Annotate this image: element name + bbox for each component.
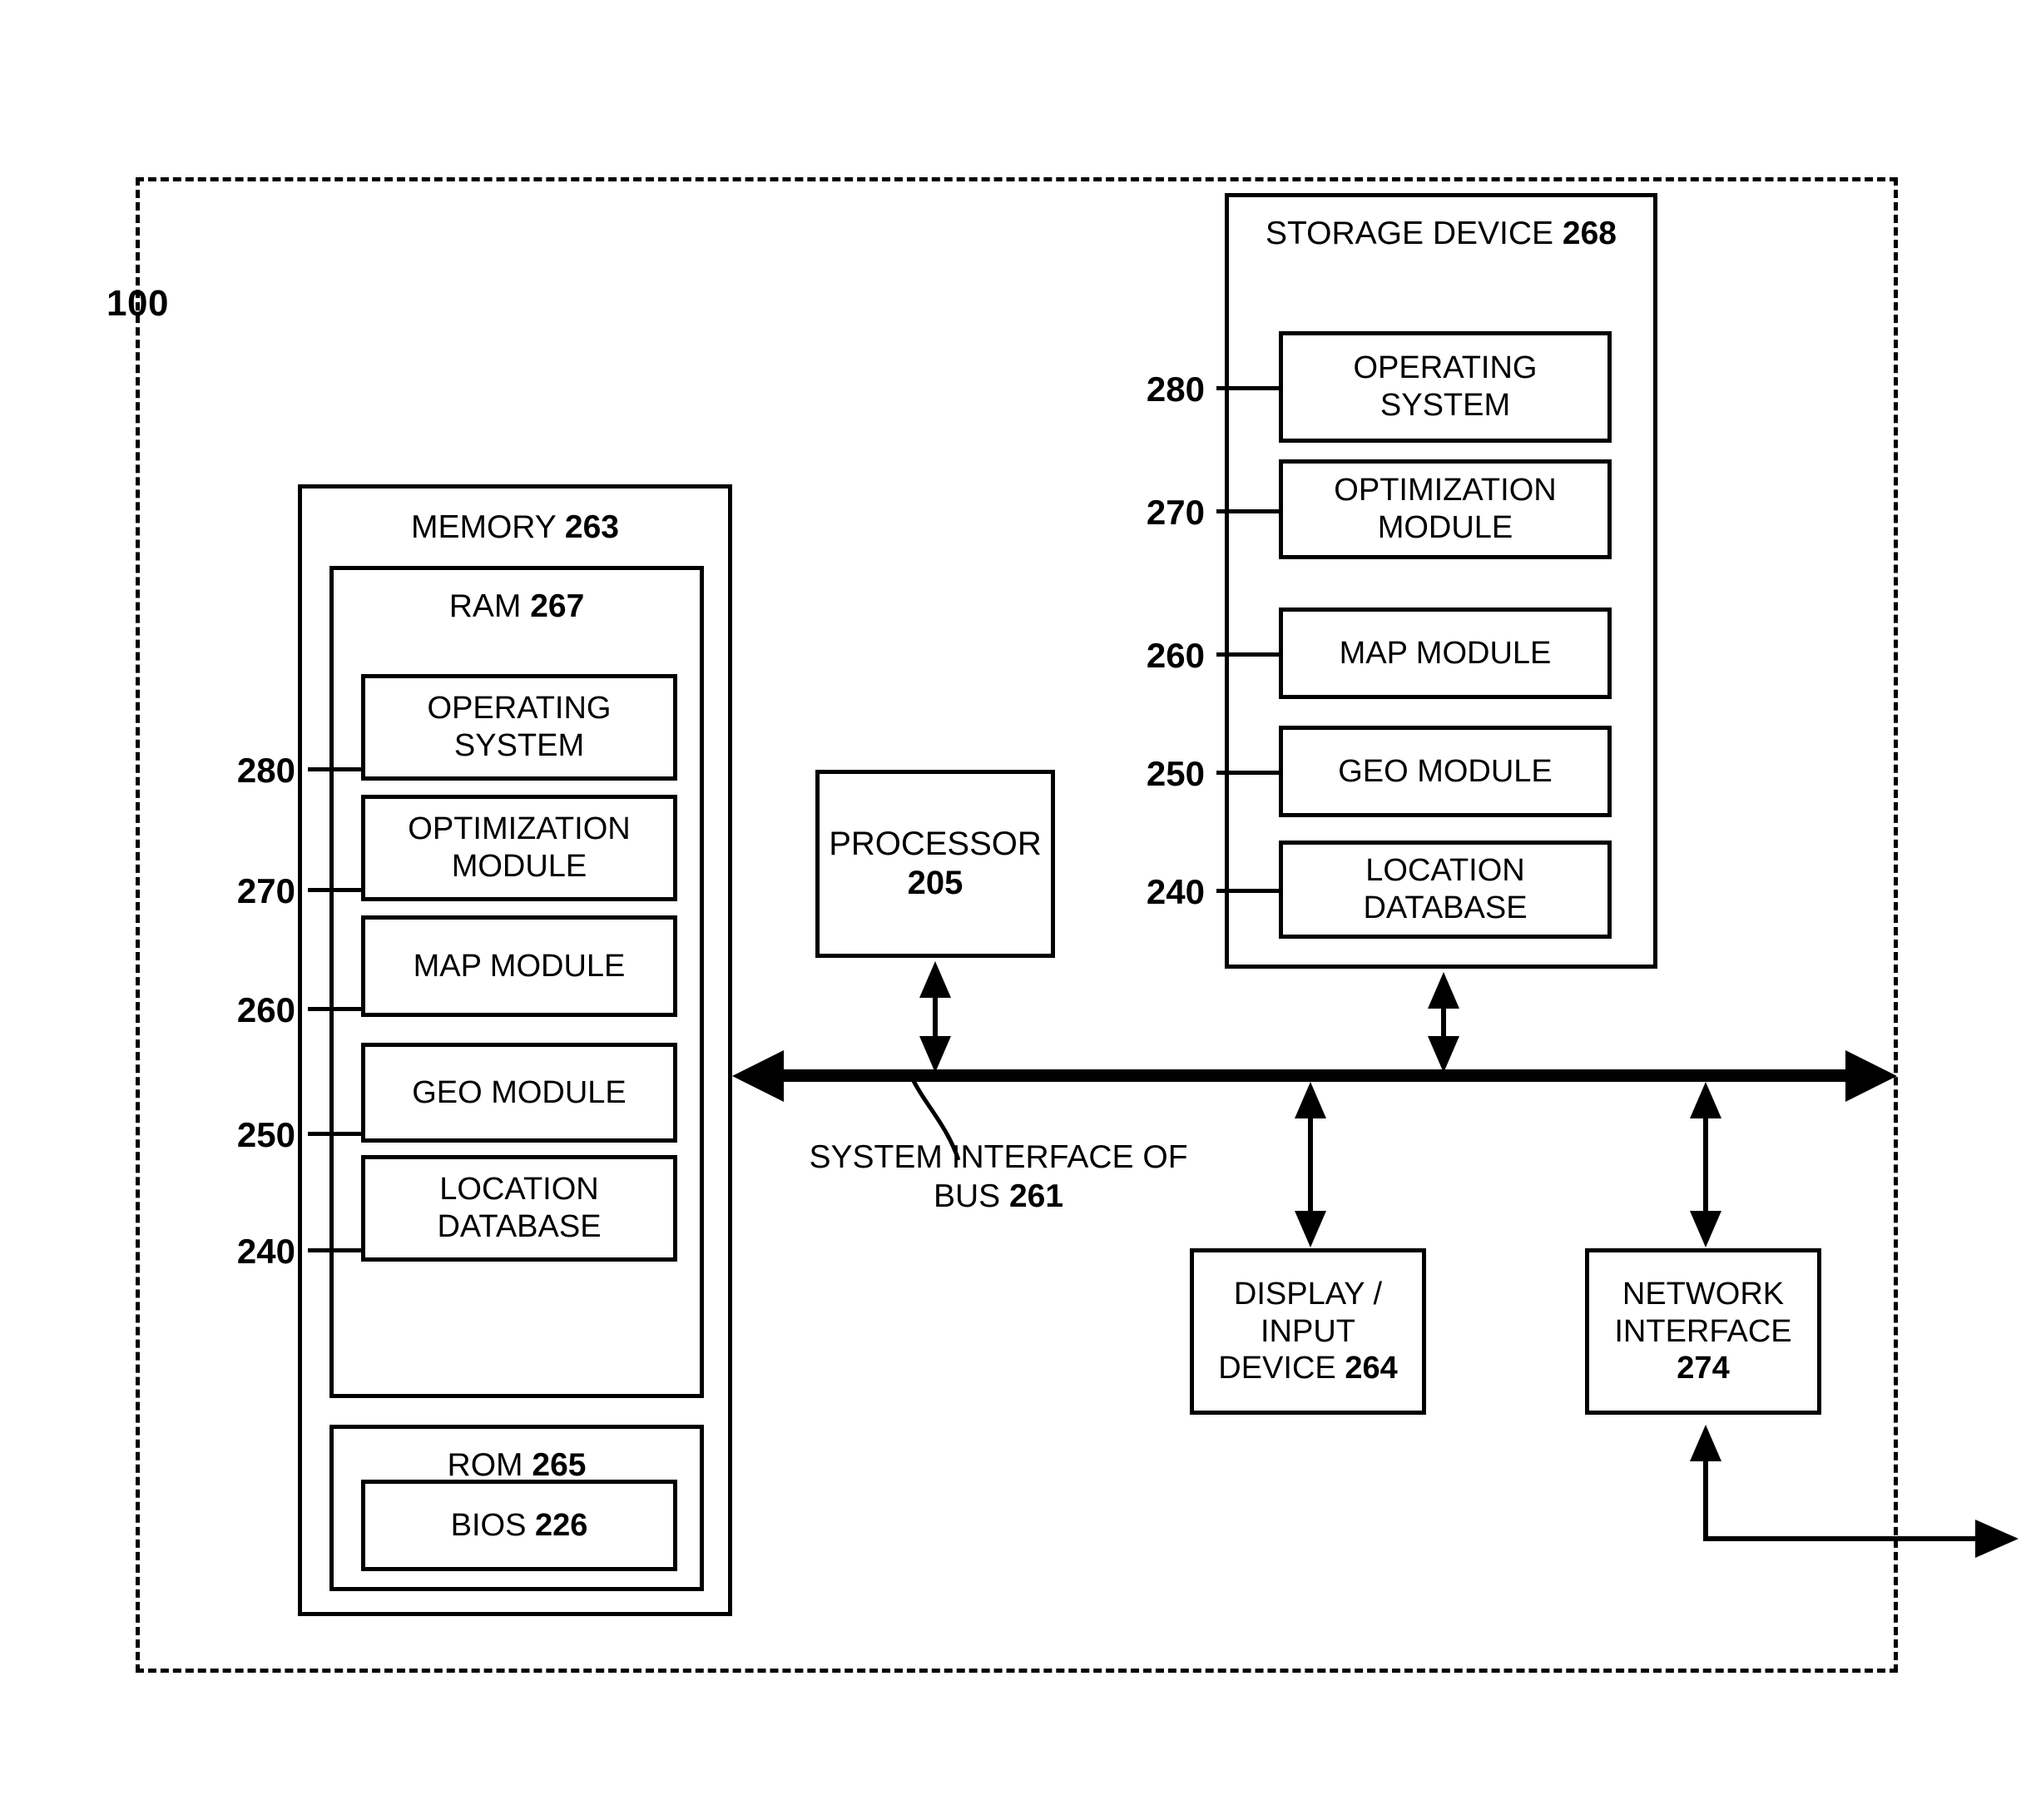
leader-240-memory xyxy=(308,1248,363,1252)
memory-title: MEMORY 263 xyxy=(410,509,619,545)
ram-item-location-database: LOCATION DATABASE xyxy=(361,1155,677,1262)
ref-260-memory: 260 xyxy=(236,990,295,1029)
ram-item-geo-module-label: GEO MODULE xyxy=(412,1074,627,1110)
display-input-device-label: DISPLAY / INPUT DEVICE 264 xyxy=(1218,1276,1398,1386)
ref-250-storage: 250 xyxy=(1146,754,1205,793)
patent-figure-canvas: 100 MEMORY 263 RAM 267 OPERATING SYSTEM O… xyxy=(0,0,2021,1820)
display-bus-arrowhead-up xyxy=(1295,1082,1326,1118)
leader-240-storage xyxy=(1216,889,1283,893)
external-network-arrowhead-up xyxy=(1690,1425,1721,1461)
network-interface-label: NETWORK INTERFACE 274 xyxy=(1614,1276,1792,1386)
storage-item-optimization-module: OPTIMIZATION MODULE xyxy=(1279,459,1612,559)
network-interface-block: NETWORK INTERFACE 274 xyxy=(1585,1248,1821,1415)
bus-label: SYSTEM INTERFACE OF BUS 261 xyxy=(809,1139,1188,1214)
ram-item-map-module: MAP MODULE xyxy=(361,915,677,1017)
ref-240-memory: 240 xyxy=(236,1232,295,1271)
rom-title: ROM 265 xyxy=(447,1447,587,1483)
leader-260-memory xyxy=(308,1007,363,1011)
external-network-vertical xyxy=(1703,1458,1708,1541)
external-network-arrowhead-right xyxy=(1975,1520,2019,1558)
network-bus-arrowhead-down xyxy=(1690,1211,1721,1247)
storage-bus-arrowhead-up xyxy=(1428,972,1459,1009)
storage-item-operating-system-label: OPERATING SYSTEM xyxy=(1353,350,1538,423)
leader-280-memory xyxy=(308,767,363,771)
bus-arrowhead-right xyxy=(1845,1050,1897,1102)
processor-bus-arrowhead-up xyxy=(919,961,951,998)
ram-item-operating-system-label: OPERATING SYSTEM xyxy=(427,691,612,763)
ref-270-memory: 270 xyxy=(236,871,295,910)
ram-item-optimization-module-label: OPTIMIZATION MODULE xyxy=(408,811,631,884)
storage-bus-line xyxy=(1441,1006,1446,1039)
ram-title: RAM 267 xyxy=(448,588,585,624)
system-reference-number: 100 xyxy=(106,283,169,324)
network-bus-line xyxy=(1703,1115,1708,1215)
network-bus-arrowhead-up xyxy=(1690,1082,1721,1118)
storage-item-location-database: LOCATION DATABASE xyxy=(1279,841,1612,939)
storage-item-map-module-label: MAP MODULE xyxy=(1339,635,1552,671)
ram-item-optimization-module: OPTIMIZATION MODULE xyxy=(361,795,677,901)
leader-280-storage xyxy=(1216,386,1283,390)
external-network-horizontal xyxy=(1703,1536,1978,1541)
leader-270-storage xyxy=(1216,509,1283,513)
storage-item-location-database-label: LOCATION DATABASE xyxy=(1363,853,1528,925)
storage-item-geo-module: GEO MODULE xyxy=(1279,726,1612,817)
display-bus-arrowhead-down xyxy=(1295,1211,1326,1247)
storage-item-operating-system: OPERATING SYSTEM xyxy=(1279,331,1612,443)
storage-bus-arrowhead-down xyxy=(1428,1036,1459,1073)
ref-280-storage: 280 xyxy=(1146,369,1205,409)
processor-block: PROCESSOR 205 xyxy=(815,770,1055,958)
processor-bus-line xyxy=(933,995,938,1039)
leader-250-memory xyxy=(308,1132,363,1136)
ram-item-map-module-label: MAP MODULE xyxy=(413,948,626,984)
leader-270-memory xyxy=(308,888,363,892)
display-bus-line xyxy=(1308,1115,1313,1215)
ref-280-memory: 280 xyxy=(236,751,295,790)
ram-item-geo-module: GEO MODULE xyxy=(361,1043,677,1143)
leader-260-storage xyxy=(1216,652,1283,657)
storage-item-optimization-module-label: OPTIMIZATION MODULE xyxy=(1334,473,1557,545)
bus-arrowhead-left xyxy=(732,1050,784,1102)
ref-250-memory: 250 xyxy=(236,1115,295,1154)
ref-260-storage: 260 xyxy=(1146,636,1205,675)
bios-label: BIOS 226 xyxy=(450,1507,588,1543)
ram-item-location-database-label: LOCATION DATABASE xyxy=(437,1172,602,1244)
processor-label: PROCESSOR 205 xyxy=(829,825,1042,901)
ram-item-operating-system: OPERATING SYSTEM xyxy=(361,674,677,781)
leader-250-storage xyxy=(1216,771,1283,775)
ref-240-storage: 240 xyxy=(1146,872,1205,911)
storage-device-title: STORAGE DEVICE 268 xyxy=(1266,216,1617,251)
processor-bus-arrowhead-down xyxy=(919,1036,951,1073)
bios-block: BIOS 226 xyxy=(361,1480,677,1571)
storage-item-geo-module-label: GEO MODULE xyxy=(1338,753,1553,789)
storage-item-map-module: MAP MODULE xyxy=(1279,607,1612,699)
display-input-device-block: DISPLAY / INPUT DEVICE 264 xyxy=(1190,1248,1426,1415)
ref-270-storage: 270 xyxy=(1146,493,1205,532)
